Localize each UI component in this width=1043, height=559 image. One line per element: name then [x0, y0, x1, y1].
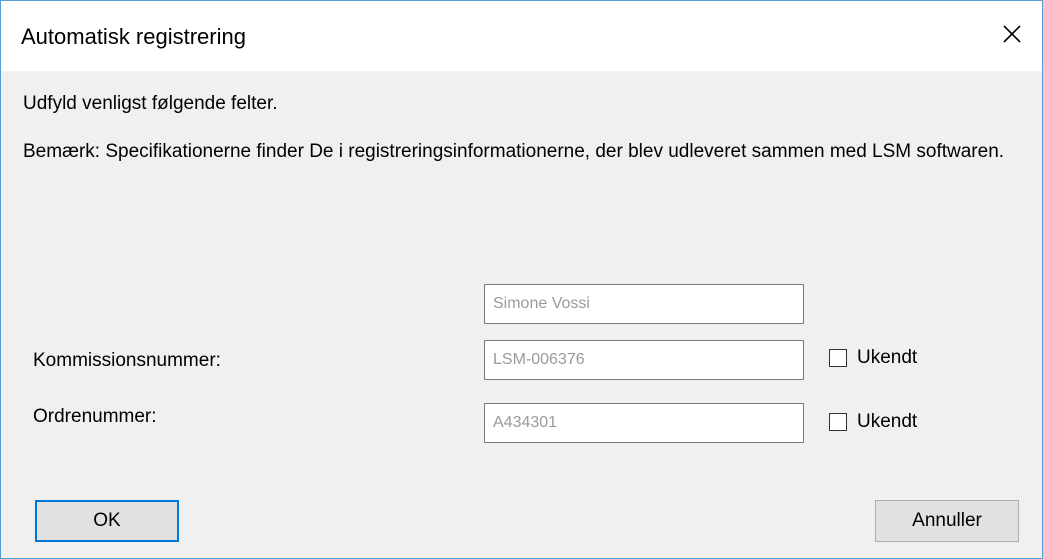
cancel-button[interactable]: Annuller [875, 500, 1019, 542]
checkbox-box[interactable] [829, 349, 847, 367]
order-unknown-checkbox[interactable]: Ukendt [829, 411, 917, 433]
ok-button[interactable]: OK [35, 500, 179, 542]
order-unknown-label: Ukendt [857, 411, 918, 432]
registration-dialog: Automatisk registrering Udfyld venligst … [0, 0, 1043, 559]
commission-label: Kommissionsnummer: [33, 350, 221, 371]
commission-unknown-checkbox[interactable]: Ukendt [829, 347, 917, 369]
order-label: Ordrenummer: [33, 406, 157, 427]
title-bar: Automatisk registrering [1, 1, 1042, 71]
commission-number-field[interactable] [484, 340, 804, 380]
dialog-title: Automatisk registrering [21, 24, 246, 49]
close-icon [1003, 25, 1021, 43]
dialog-content: Udfyld venligst følgende felter. Bemærk:… [1, 71, 1042, 558]
close-button[interactable] [982, 9, 1042, 59]
commission-unknown-label: Ukendt [857, 347, 918, 368]
order-number-field[interactable] [484, 403, 804, 443]
instruction-text: Udfyld venligst følgende felter. [23, 93, 278, 114]
note-text: Bemærk: Specifikationerne finder De i re… [23, 141, 1005, 162]
name-field[interactable] [484, 284, 804, 324]
checkbox-box[interactable] [829, 413, 847, 431]
